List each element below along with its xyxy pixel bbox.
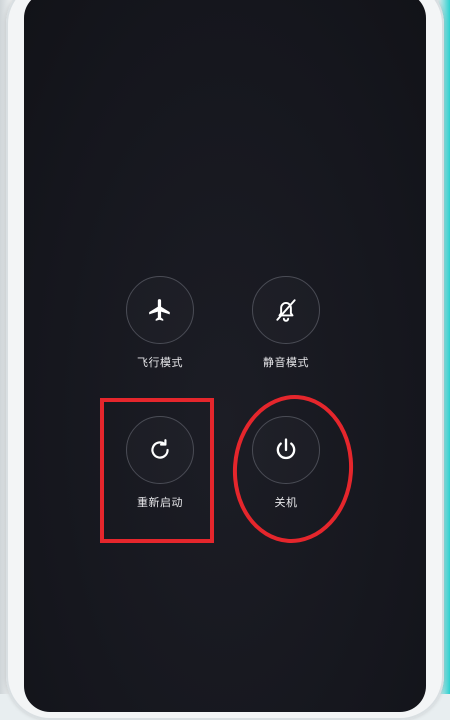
- airplane-mode-circle[interactable]: [126, 276, 194, 344]
- silent-mode-button[interactable]: 静音模式: [226, 276, 346, 370]
- bell-off-icon: [273, 297, 299, 323]
- annotation-rectangle: [100, 398, 214, 543]
- airplane-mode-button[interactable]: 飞行模式: [100, 276, 220, 370]
- silent-mode-circle[interactable]: [252, 276, 320, 344]
- power-menu-screen: 飞行模式 静音模式 重新启动 关机: [24, 0, 426, 712]
- airplane-icon: [147, 297, 173, 323]
- airplane-mode-label: 飞行模式: [137, 356, 183, 369]
- silent-mode-label: 静音模式: [263, 356, 309, 369]
